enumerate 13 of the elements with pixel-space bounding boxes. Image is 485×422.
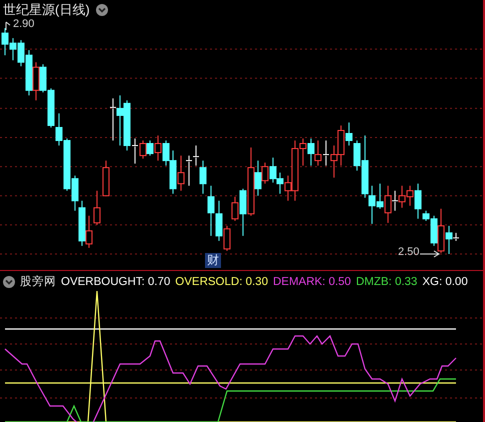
- legend-value: OVERSOLD: 0.30: [175, 276, 268, 288]
- low-price-label: 2.50: [398, 246, 420, 258]
- indicator-name: 股旁网: [20, 274, 56, 289]
- finance-marker[interactable]: 财: [205, 253, 221, 268]
- dropdown-chevron-icon[interactable]: [3, 276, 15, 288]
- high-price-label: 2.90: [13, 18, 34, 30]
- candlestick: [102, 160, 110, 196]
- stock-title: 世纪星源(日线): [3, 1, 90, 19]
- legend-value: DEMARK: 0.50: [272, 276, 351, 288]
- dropdown-chevron-icon[interactable]: [96, 4, 108, 16]
- legend-value: DMZB: 0.33: [356, 276, 418, 288]
- legend-value: OVERBOUGHT: 0.70: [61, 276, 170, 288]
- legend-value: XG: 0.00: [422, 276, 468, 288]
